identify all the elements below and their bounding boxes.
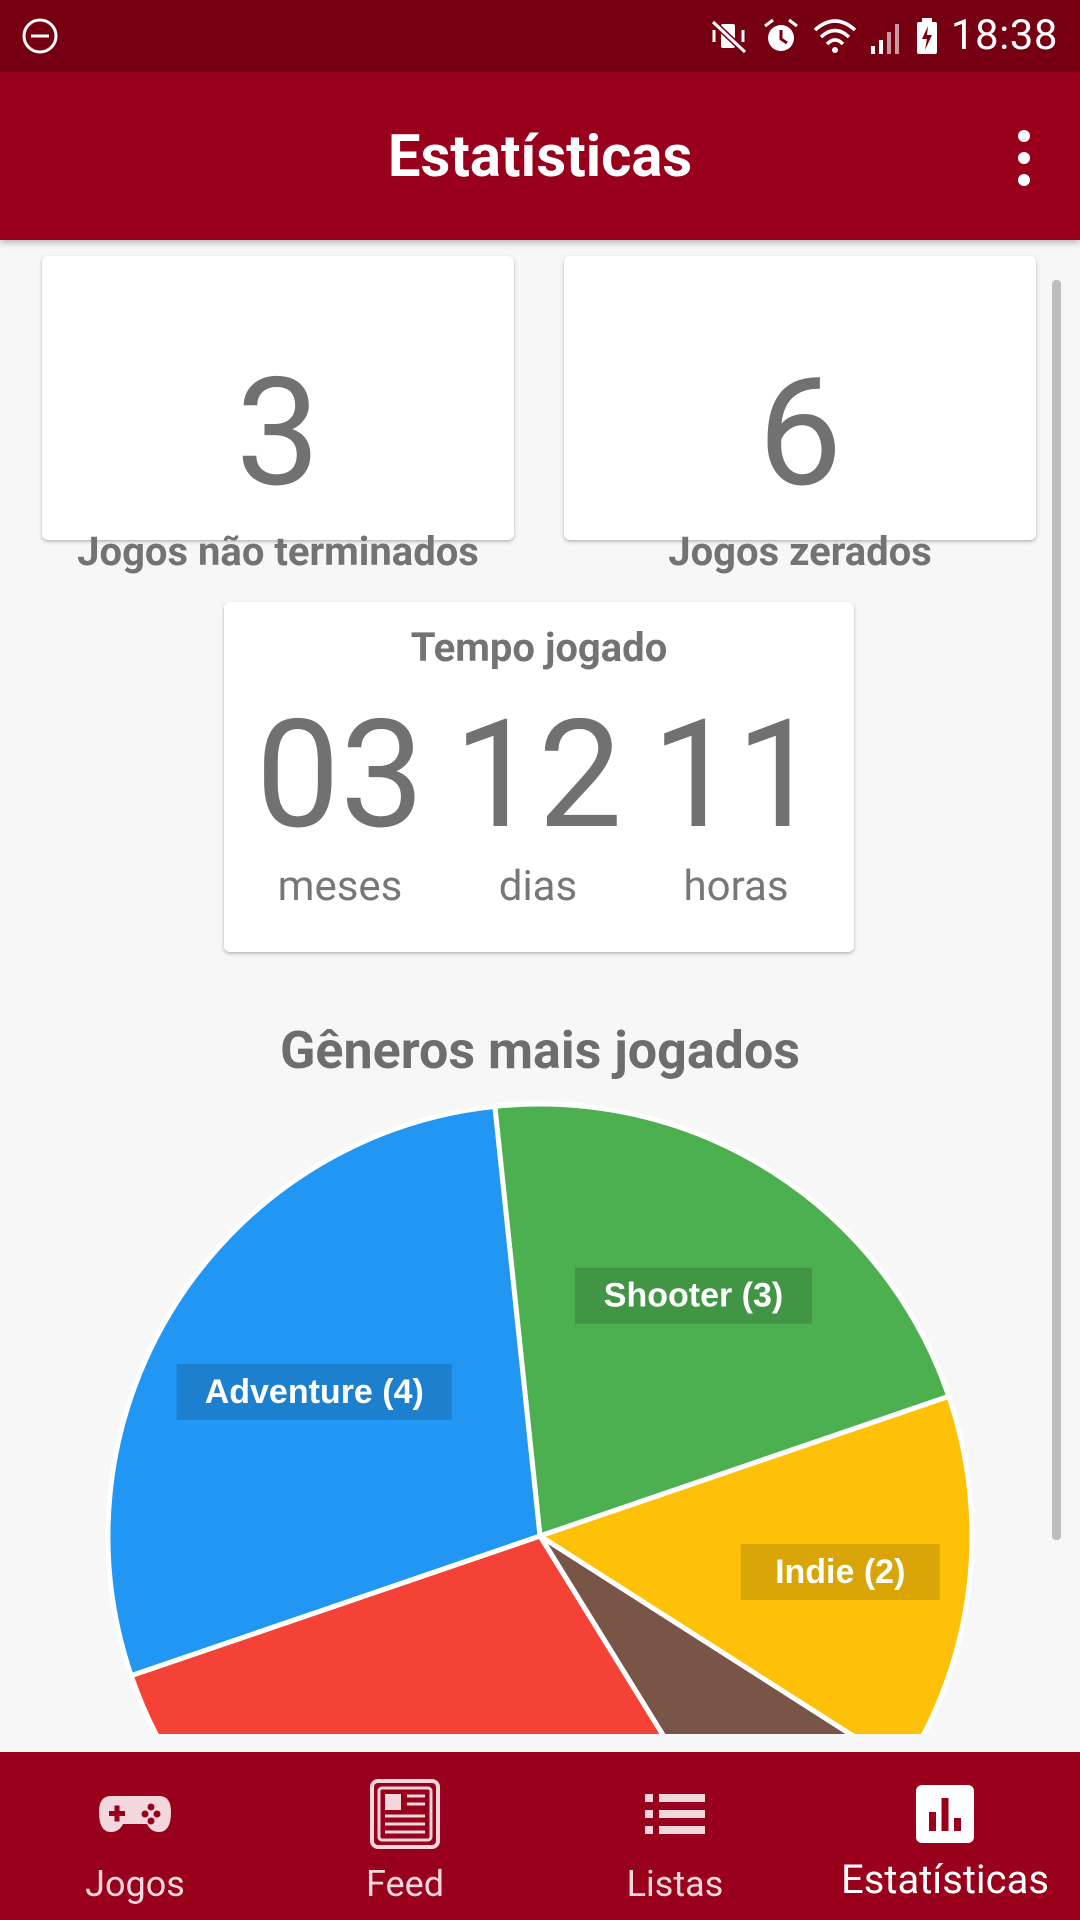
status-time: 18:38 [950, 11, 1058, 60]
signal-icon [870, 24, 899, 54]
nav-item-jogos[interactable]: Jogos [0, 1752, 270, 1920]
time-played-title: Tempo jogado [410, 624, 668, 671]
nav-label-listas: Listas [626, 1863, 724, 1905]
do-not-disturb-icon [22, 18, 58, 54]
pie-label-text: Indie (2) [775, 1553, 905, 1591]
genre-pie-chart: Shooter (3)Indie (2)Fighting (1)Adventur… [0, 1080, 1080, 1734]
newspaper-icon [370, 1779, 440, 1849]
hours-value: 11 [651, 687, 821, 863]
finished-games-label: Jogos zerados [668, 528, 932, 575]
months-block: 03 meses [240, 700, 440, 912]
unfinished-games-label: Jogos não terminados [77, 528, 479, 575]
nav-item-estatisticas[interactable]: Estatísticas [810, 1752, 1080, 1920]
bar-chart-icon [916, 1785, 974, 1843]
months-value: 03 [255, 687, 425, 863]
bottom-navigation: Jogos Feed Listas Estatísticas [0, 1752, 1080, 1920]
chart-title: Gêneros mais jogados [279, 1020, 801, 1081]
days-unit: dias [498, 862, 578, 911]
unfinished-games-count: 3 [235, 345, 321, 521]
days-block: 12 dias [438, 700, 638, 912]
page-title: Estatísticas [387, 123, 693, 191]
more-vert-icon[interactable] [1002, 128, 1046, 188]
nav-item-feed[interactable]: Feed [270, 1752, 540, 1920]
mute-vibrate-icon [710, 19, 747, 55]
status-bar: 18:38 [0, 0, 1080, 72]
unfinished-games-card: Jogos não terminados 3 [42, 256, 514, 575]
time-played-card: Tempo jogado 03 meses 12 dias 11 horas [224, 602, 854, 952]
nav-label-estatisticas: Estatísticas [840, 1856, 1049, 1903]
wifi-icon [813, 19, 857, 53]
finished-games-card: Jogos zerados 6 [564, 256, 1036, 575]
pie-slice-label: Adventure (4) [176, 1363, 452, 1420]
nav-item-listas[interactable]: Listas [540, 1752, 810, 1920]
pie-slice-label: Indie (2) [740, 1544, 940, 1601]
alarm-icon [764, 18, 798, 51]
hours-block: 11 horas [636, 700, 836, 912]
gamepad-icon [99, 1796, 171, 1832]
days-value: 12 [453, 687, 623, 863]
hours-unit: horas [683, 862, 789, 911]
finished-games-count: 6 [757, 345, 843, 521]
months-unit: meses [277, 862, 403, 911]
battery-charging-icon [916, 18, 937, 54]
pie-label-text: Shooter (3) [604, 1277, 783, 1315]
app-bar: Estatísticas [0, 72, 1080, 240]
pie-label-text: Adventure (4) [205, 1373, 424, 1411]
list-icon [645, 1794, 705, 1834]
pie-slice-label: Shooter (3) [574, 1267, 812, 1324]
pie-chart-svg: Shooter (3)Indie (2)Fighting (1)Adventur… [105, 1101, 975, 1734]
nav-label-jogos: Jogos [85, 1863, 185, 1905]
nav-label-feed: Feed [365, 1863, 444, 1905]
